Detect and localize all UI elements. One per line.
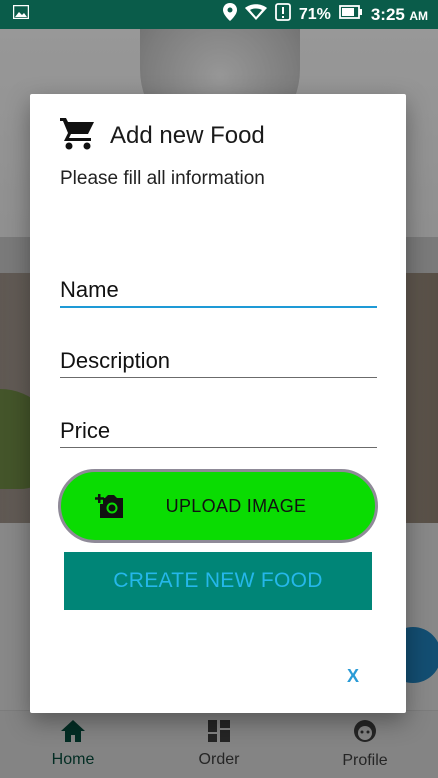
location-icon [222,3,237,26]
name-field[interactable] [60,264,377,306]
dialog-header: Add new Food [60,116,265,155]
description-field-container [60,334,377,378]
battery-percent: 71% [298,5,331,23]
add-food-dialog: Add new Food Please fill all information… [30,94,406,713]
price-field[interactable] [60,404,377,447]
price-field-container [60,404,377,448]
battery-icon [338,5,363,24]
description-field[interactable] [60,334,377,377]
alert-icon [274,3,291,26]
add-a-photo-icon [95,492,125,525]
wifi-icon [244,4,267,25]
clock-ampm: AM [409,8,428,23]
create-new-food-label: CREATE NEW FOOD [113,569,323,592]
status-bar: 71% 3:25 AM [0,0,438,29]
dialog-title: Add new Food [110,121,265,149]
upload-image-button[interactable]: UPLOAD IMAGE [58,469,378,543]
shopping-cart-icon [60,116,96,155]
dialog-subtitle: Please fill all information [60,168,265,189]
close-dialog-button[interactable]: X [341,664,365,688]
create-new-food-button[interactable]: CREATE NEW FOOD [64,552,372,610]
name-field-container [60,264,377,308]
clock-time: 3:25 [370,4,405,24]
gallery-notification-icon [12,4,30,24]
